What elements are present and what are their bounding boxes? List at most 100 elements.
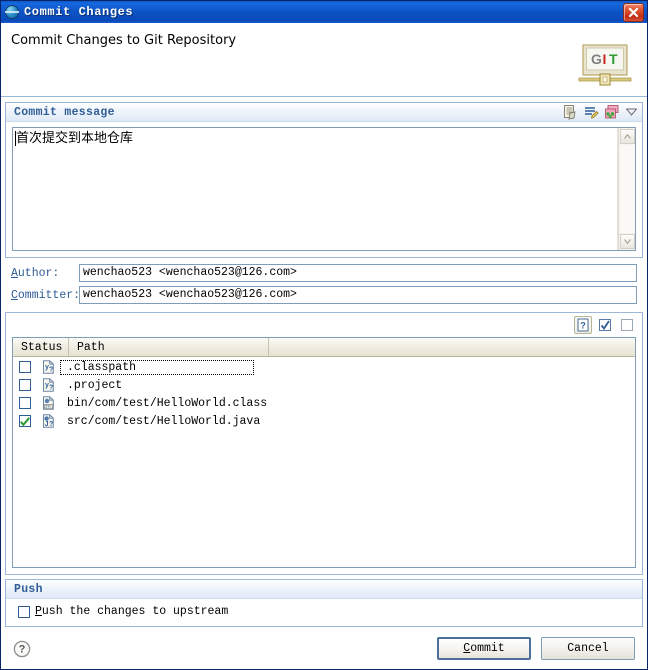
commit-message-input[interactable]: 首次提交到本地仓库	[13, 128, 618, 250]
svg-text:J: J	[44, 421, 48, 428]
row-status-icon-cell: y ?	[37, 378, 59, 392]
question-file-icon: ?	[577, 318, 589, 332]
svg-text:I: I	[603, 51, 607, 67]
push-body: Push the changes to upstream	[6, 599, 642, 626]
commit-message-group-header: Commit message	[6, 103, 642, 122]
untracked-file-icon: y ?	[42, 360, 54, 374]
files-group: ? Status Path y ? .classpath y ? .projec…	[5, 312, 643, 575]
table-row[interactable]: 0?! bin/com/test/HelloWorld.class	[13, 394, 635, 412]
committer-row: Committer: wenchao523 <wenchao523@126.co…	[1, 284, 647, 306]
push-label-rest: ush the changes to upstream	[41, 605, 229, 618]
row-checkbox[interactable]	[19, 379, 31, 391]
chevron-down-icon-small	[623, 239, 631, 244]
window-title-bar[interactable]: Commit Changes	[1, 1, 647, 23]
committer-field[interactable]: wenchao523 <wenchao523@126.com>	[79, 286, 637, 304]
committer-mnemonic: C	[11, 288, 18, 302]
svg-text:0?!: 0?!	[44, 404, 50, 409]
row-path: src/com/test/HelloWorld.java	[67, 414, 261, 428]
author-row: Author: wenchao523 <wenchao523@126.com>	[1, 262, 647, 284]
chevron-down-icon[interactable]	[625, 106, 638, 119]
svg-text:?: ?	[49, 421, 53, 428]
push-mnemonic: P	[35, 605, 42, 618]
commit-mnemonic: C	[463, 642, 471, 655]
files-table-header: Status Path	[13, 338, 635, 357]
dialog-footer: ? Commit Cancel	[1, 627, 647, 669]
checked-box-icon	[599, 319, 611, 331]
committer-label-rest: ommitter:	[17, 288, 81, 302]
help-icon[interactable]: ?	[13, 640, 31, 658]
commit-message-toolbar	[562, 104, 638, 120]
select-all-button[interactable]	[596, 316, 614, 334]
commit-message-body: 首次提交到本地仓库	[6, 122, 642, 257]
files-toolbar: ?	[6, 313, 642, 337]
row-checkbox[interactable]	[19, 397, 31, 409]
table-row[interactable]: y ? .project	[13, 376, 635, 394]
row-checkbox-cell	[13, 415, 37, 427]
deselect-all-button[interactable]	[618, 316, 636, 334]
committer-label: Committer:	[11, 288, 81, 302]
push-group: Push Push the changes to upstream	[5, 579, 643, 627]
amend-commit-icon[interactable]	[604, 104, 620, 120]
scroll-up-button[interactable]	[619, 129, 635, 144]
row-status-icon-cell: 0?!	[37, 396, 59, 410]
author-label-rest: uthor:	[17, 266, 60, 280]
row-path: bin/com/test/HelloWorld.class	[67, 396, 268, 410]
row-status-icon-cell: y ?	[37, 360, 59, 374]
commit-label-rest: ommit	[470, 642, 505, 655]
row-path: .classpath	[60, 359, 254, 375]
row-checkbox-cell	[13, 379, 37, 391]
svg-text:?: ?	[49, 385, 53, 392]
checkmark-icon	[20, 416, 30, 426]
dialog-header: Commit Changes to Git Repository G I T	[1, 23, 647, 97]
svg-text:?: ?	[49, 367, 53, 374]
commit-changes-dialog: Commit Changes Commit Changes to Git Rep…	[0, 0, 648, 670]
svg-text:G: G	[591, 51, 602, 67]
svg-text:T: T	[609, 51, 618, 67]
column-header-filler	[269, 338, 635, 356]
row-checkbox-checked[interactable]	[19, 415, 31, 427]
push-group-header: Push	[6, 580, 642, 599]
column-header-status[interactable]: Status	[13, 338, 69, 356]
commit-message-group: Commit message 首次提交到本地仓库	[5, 102, 643, 258]
push-upstream-label: Push the changes to upstream	[35, 605, 228, 618]
close-button[interactable]	[623, 2, 644, 22]
untracked-java-file-icon: J ?	[42, 414, 54, 428]
author-mnemonic: A	[11, 266, 18, 280]
author-field[interactable]: wenchao523 <wenchao523@126.com>	[79, 264, 637, 282]
files-table[interactable]: Status Path y ? .classpath y ? .project …	[12, 337, 636, 568]
empty-box-icon	[621, 319, 633, 331]
cancel-button[interactable]: Cancel	[541, 637, 635, 660]
push-section-title: Push	[14, 582, 43, 596]
svg-text:?: ?	[19, 643, 26, 655]
files-table-body: y ? .classpath y ? .project 0?! bin/com/…	[13, 357, 635, 567]
chevron-down-glyph	[626, 108, 637, 116]
table-row[interactable]: y ? .classpath	[13, 358, 635, 376]
window-title: Commit Changes	[24, 5, 134, 19]
row-checkbox-cell	[13, 397, 37, 409]
close-icon	[628, 7, 639, 17]
commit-button[interactable]: Commit	[437, 637, 531, 660]
untracked-class-file-icon: 0?!	[42, 396, 54, 410]
sign-commit-icon[interactable]	[583, 104, 599, 120]
commit-message-scrollbar[interactable]	[618, 128, 635, 250]
scroll-down-button[interactable]	[619, 234, 635, 249]
untracked-file-icon: y ?	[42, 378, 54, 392]
row-checkbox[interactable]	[19, 361, 31, 373]
row-status-icon-cell: J ?	[37, 414, 59, 428]
push-upstream-checkbox[interactable]	[18, 605, 30, 618]
author-label: Author:	[11, 267, 79, 280]
svg-text:?: ?	[580, 321, 586, 331]
commit-message-editor[interactable]: 首次提交到本地仓库	[12, 127, 636, 251]
show-untracked-files-button[interactable]: ?	[574, 316, 592, 334]
table-row[interactable]: J ? src/com/test/HelloWorld.java	[13, 412, 635, 430]
eclipse-globe-icon	[5, 5, 19, 19]
page-title: Commit Changes to Git Repository	[11, 33, 237, 48]
row-path: .project	[67, 378, 123, 392]
column-header-path[interactable]: Path	[69, 338, 269, 356]
commit-message-section-title: Commit message	[14, 105, 115, 119]
git-logo: G I T	[578, 44, 632, 86]
row-checkbox-cell	[13, 361, 37, 373]
commit-message-template-icon[interactable]	[562, 104, 578, 120]
scrollbar-track[interactable]	[619, 145, 635, 233]
chevron-up-icon	[623, 134, 631, 139]
